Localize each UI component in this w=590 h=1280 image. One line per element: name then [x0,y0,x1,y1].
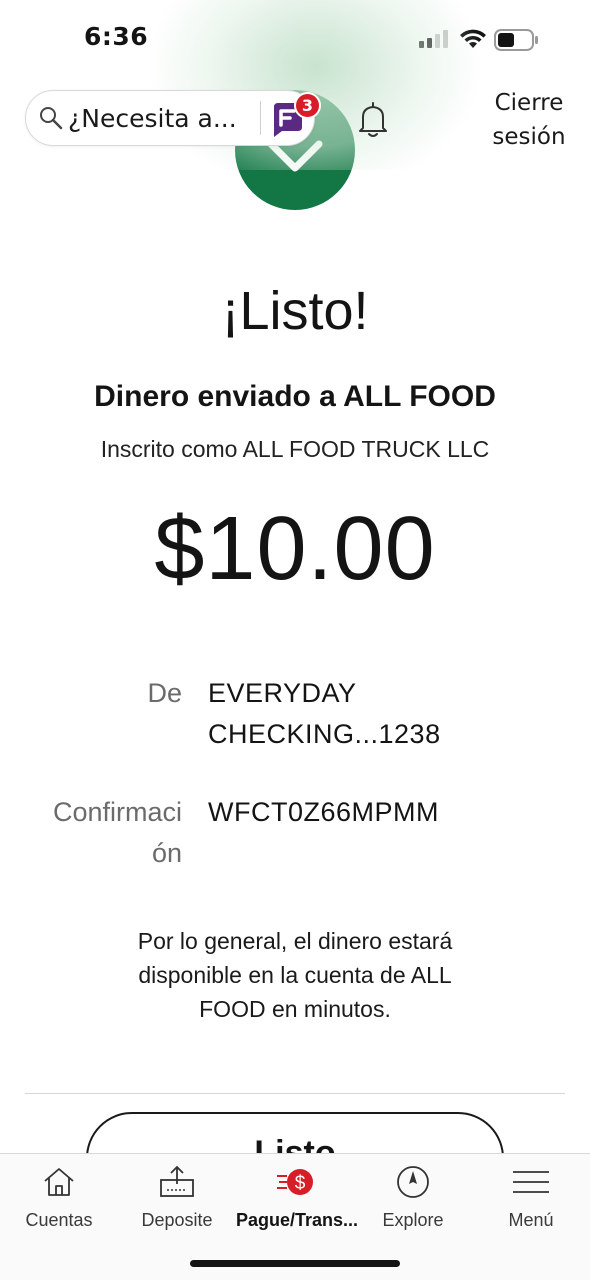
compass-icon [397,1166,429,1198]
tab-pague-transfiera[interactable]: $ Pague/Trans... [236,1154,359,1244]
pay-transfer-icon: $ [277,1169,313,1195]
tab-cuentas[interactable]: Cuentas [0,1154,118,1244]
search-input[interactable]: ¿Necesita a... 3 [25,90,321,146]
home-indicator [190,1260,400,1267]
enrolled-as: Inscrito como ALL FOOD TRUCK LLC [100,436,490,462]
recipient-line: Dinero enviado a ALL FOOD [94,380,496,413]
notification-badge: 3 [294,92,321,119]
home-icon [44,1168,74,1196]
tab-label: Cuentas [25,1210,93,1230]
search-divider [260,101,261,135]
confirmation-label-line1: Confirmaci [52,797,182,827]
signout-link[interactable]: Cierre sesión [484,86,574,154]
tab-deposite[interactable]: Deposite [118,1154,236,1244]
tab-explore[interactable]: Explore [354,1154,472,1244]
confirmation-label-line2: ón [151,838,182,868]
deposit-icon [160,1165,194,1197]
section-divider [25,1093,565,1094]
note-line: Por lo general, el dinero estará [137,928,453,954]
tab-label: Menú [508,1210,554,1230]
confirmation-number: WFCT0Z66MPMM [208,797,439,827]
hamburger-menu-icon [513,1171,549,1193]
from-account-line1: EVERYDAY [208,678,357,708]
tab-label: Explore [382,1210,444,1230]
search-placeholder: ¿Necesita a... [68,103,237,133]
from-account-line2: CHECKING...1238 [208,719,441,749]
note-line: FOOD en minutos. [199,996,391,1022]
search-icon [40,107,63,130]
amount-sent: $10.00 [154,499,436,599]
availability-note: Por lo general, el dinero estará disponi… [95,924,495,1026]
status-time: 6:36 [84,22,149,51]
tab-menu[interactable]: Menú [472,1154,590,1244]
note-line: disponible en la cuenta de ALL [138,962,452,988]
from-label: De [147,678,182,708]
bell-icon[interactable] [353,99,393,139]
svg-text:$: $ [295,1173,306,1194]
tab-label: Pague/Trans... [236,1210,359,1230]
battery-icon [494,29,538,51]
tab-label: Deposite [141,1210,213,1230]
page-title: ¡Listo! [221,281,369,341]
